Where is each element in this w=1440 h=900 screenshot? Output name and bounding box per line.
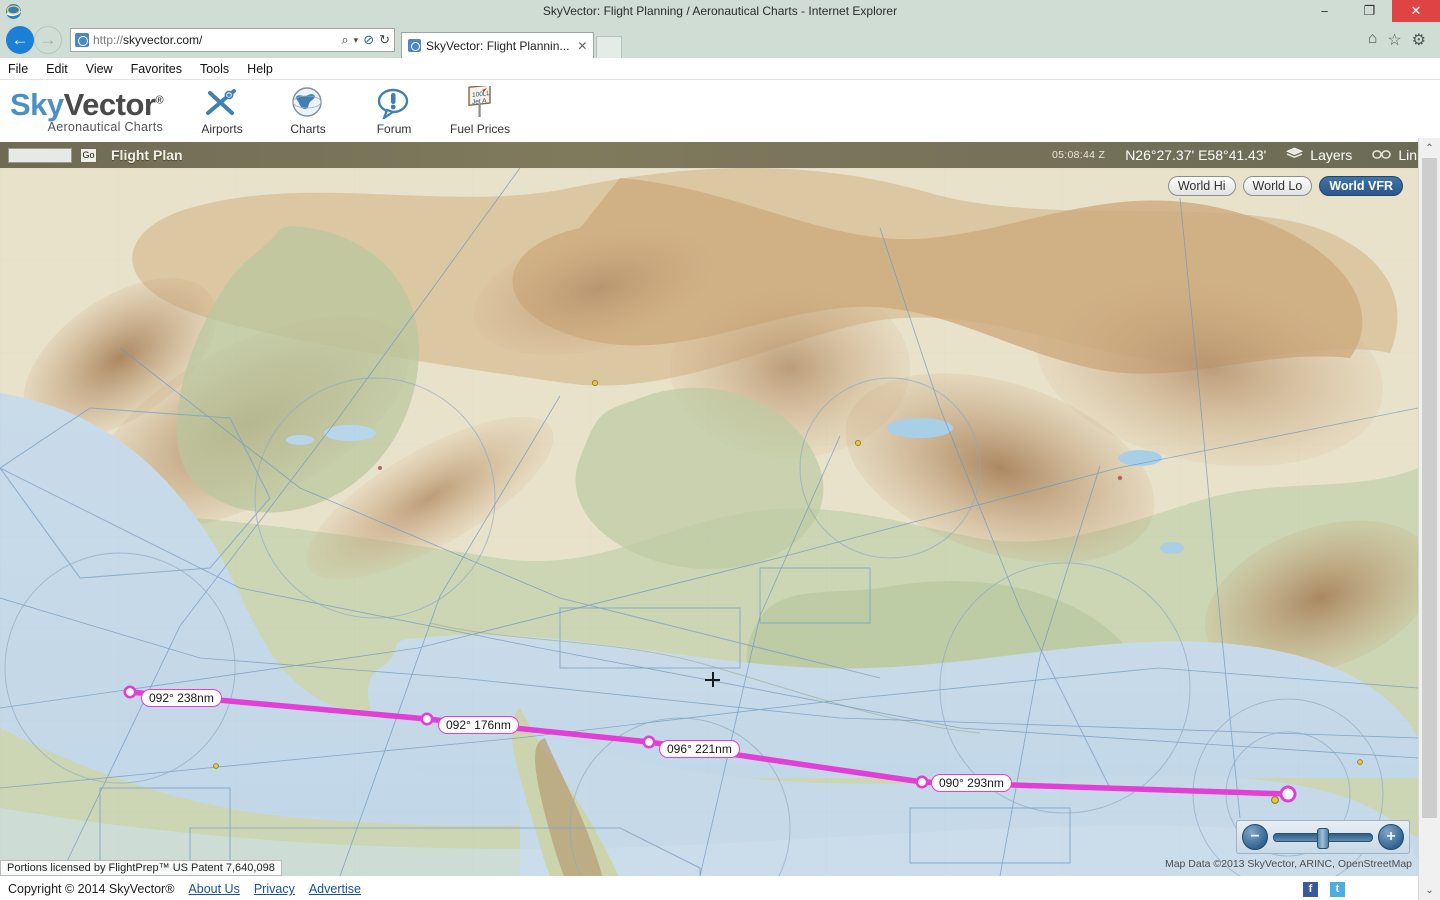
cursor-coordinates: N26°27.37' E58°41.43' [1125, 147, 1267, 163]
nav-forum-label: Forum [376, 122, 412, 136]
browser-menubar: File Edit View Favorites Tools Help [0, 58, 1440, 80]
facebook-icon[interactable]: f [1303, 881, 1318, 897]
patent-note: Portions licensed by FlightPrep™ US Pate… [0, 860, 282, 876]
nav-fuel-prices[interactable]: 100LL Jet A Fuel Prices [447, 86, 513, 136]
link-about-us[interactable]: About Us [188, 882, 239, 896]
address-bar[interactable]: http://skyvector.com/ ⌕ ▾ ⊘ ↻ [70, 28, 395, 52]
tab-skyvector[interactable]: SkyVector: Flight Plannin... ✕ [401, 32, 595, 58]
menu-edit[interactable]: Edit [46, 62, 68, 76]
chevron-down-icon[interactable]: ▾ [354, 35, 359, 46]
chart-button-world-hi[interactable]: World Hi [1167, 176, 1236, 196]
url-host: skyvector.com/ [123, 33, 203, 47]
zoom-in-button[interactable]: + [1378, 824, 1404, 850]
globe-icon [290, 86, 326, 120]
tab-favicon-icon [408, 39, 421, 52]
zoom-out-button[interactable]: − [1242, 824, 1268, 850]
airports-icon [202, 86, 242, 120]
zoom-slider-track[interactable] [1273, 827, 1373, 849]
skyvector-logo[interactable]: SkyVector® Aeronautical Charts [10, 86, 164, 134]
flight-plan-input[interactable] [8, 147, 72, 163]
tab-label: SkyVector: Flight Plannin... [426, 38, 570, 53]
map-toolbar: Go Flight Plan 05:08:44 Z N26°27.37' E58… [0, 142, 1440, 168]
link-button[interactable]: Link [1372, 147, 1424, 163]
route-leg-label-2[interactable]: 092° 176nm [438, 716, 519, 734]
tab-close-icon[interactable]: ✕ [577, 39, 587, 53]
chart-button-world-vfr[interactable]: World VFR [1319, 176, 1403, 196]
map-canvas[interactable]: World Hi World Lo World VFR 092° 238nm 0… [0, 168, 1418, 876]
twitter-icon[interactable]: t [1330, 881, 1345, 897]
menu-help[interactable]: Help [247, 62, 273, 76]
route-leg-label-3[interactable]: 096° 221nm [659, 740, 740, 758]
chart-button-world-lo[interactable]: World Lo [1242, 176, 1313, 196]
chart-type-buttons: World Hi World Lo World VFR [1167, 176, 1403, 196]
settings-gear-icon[interactable]: ⚙ [1412, 30, 1426, 50]
flight-plan-label: Flight Plan [111, 147, 183, 163]
flight-route-overlay [123, 685, 1297, 803]
page-scrollbar[interactable]: ⌃ ⌄ [1418, 138, 1440, 900]
route-leg-label-1[interactable]: 092° 238nm [141, 689, 222, 707]
site-header: SkyVector® Aeronautical Charts Airports [0, 80, 1440, 142]
scroll-up-arrow-icon[interactable]: ⌃ [1419, 138, 1440, 158]
url-scheme: http:// [93, 33, 124, 47]
layers-button[interactable]: Layers [1286, 147, 1352, 163]
new-tab-button[interactable] [596, 36, 623, 58]
fuel-sign-icon: 100LL Jet A [462, 86, 498, 120]
address-url: http://skyvector.com/ [93, 33, 341, 47]
copyright-text: Copyright © 2014 SkyVector® [8, 882, 175, 896]
search-icon[interactable]: ⌕ [341, 32, 348, 48]
back-button[interactable]: ← [6, 26, 34, 54]
scroll-down-arrow-icon[interactable]: ⌄ [1419, 880, 1440, 900]
window-titlebar: SkyVector: Flight Planning / Aeronautica… [0, 0, 1440, 22]
browser-navbar: ← → http://skyvector.com/ ⌕ ▾ ⊘ ↻ SkyVec… [0, 22, 1440, 58]
layers-label: Layers [1310, 147, 1353, 163]
scrollbar-thumb[interactable] [1422, 158, 1437, 818]
menu-favorites[interactable]: Favorites [131, 62, 182, 76]
tab-strip: SkyVector: Flight Plannin... ✕ [401, 22, 623, 58]
nav-forum[interactable]: Forum [361, 86, 427, 136]
logo-registered-mark: ® [155, 94, 164, 107]
nav-fuel-label: Fuel Prices [450, 122, 511, 136]
nav-airports[interactable]: Airports [189, 86, 255, 136]
route-leg-label-4[interactable]: 090° 293nm [931, 774, 1012, 792]
chain-link-icon [1372, 147, 1392, 163]
forward-button[interactable]: → [34, 26, 62, 54]
speech-bubble-icon [376, 86, 412, 120]
stop-icon[interactable]: ⊘ [363, 32, 374, 48]
menu-tools[interactable]: Tools [200, 62, 229, 76]
nav-airports-label: Airports [201, 122, 243, 136]
site-favicon-icon [75, 33, 89, 47]
site-nav: Airports Charts Forum 100LL Jet A Fuel P… [189, 86, 513, 136]
go-button[interactable]: Go [80, 147, 97, 163]
logo-tagline: Aeronautical Charts [47, 119, 164, 134]
link-privacy[interactable]: Privacy [254, 882, 295, 896]
menu-file[interactable]: File [8, 62, 28, 76]
logo-sky-text: Sky [10, 86, 64, 122]
zoom-slider-handle[interactable] [1317, 827, 1329, 849]
page-content: SkyVector® Aeronautical Charts Airports [0, 80, 1440, 900]
refresh-icon[interactable]: ↻ [379, 32, 390, 48]
window-title: SkyVector: Flight Planning / Aeronautica… [542, 4, 898, 18]
nav-charts-label: Charts [290, 122, 326, 136]
utc-time: 05:08:44 Z [1051, 149, 1106, 161]
map-attribution: Map Data ©2013 SkyVector, ARINC, OpenStr… [1164, 858, 1412, 870]
layers-icon [1286, 147, 1304, 163]
link-advertise[interactable]: Advertise [309, 882, 361, 896]
site-footer: Copyright © 2014 SkyVector® About Us Pri… [0, 876, 1440, 900]
zoom-slider-control[interactable]: − + [1236, 820, 1410, 854]
logo-vector-text: Vector [63, 86, 156, 122]
favorites-icon[interactable]: ☆ [1387, 30, 1401, 50]
home-icon[interactable]: ⌂ [1368, 30, 1378, 50]
nav-charts[interactable]: Charts [275, 86, 341, 136]
menu-view[interactable]: View [86, 62, 113, 76]
